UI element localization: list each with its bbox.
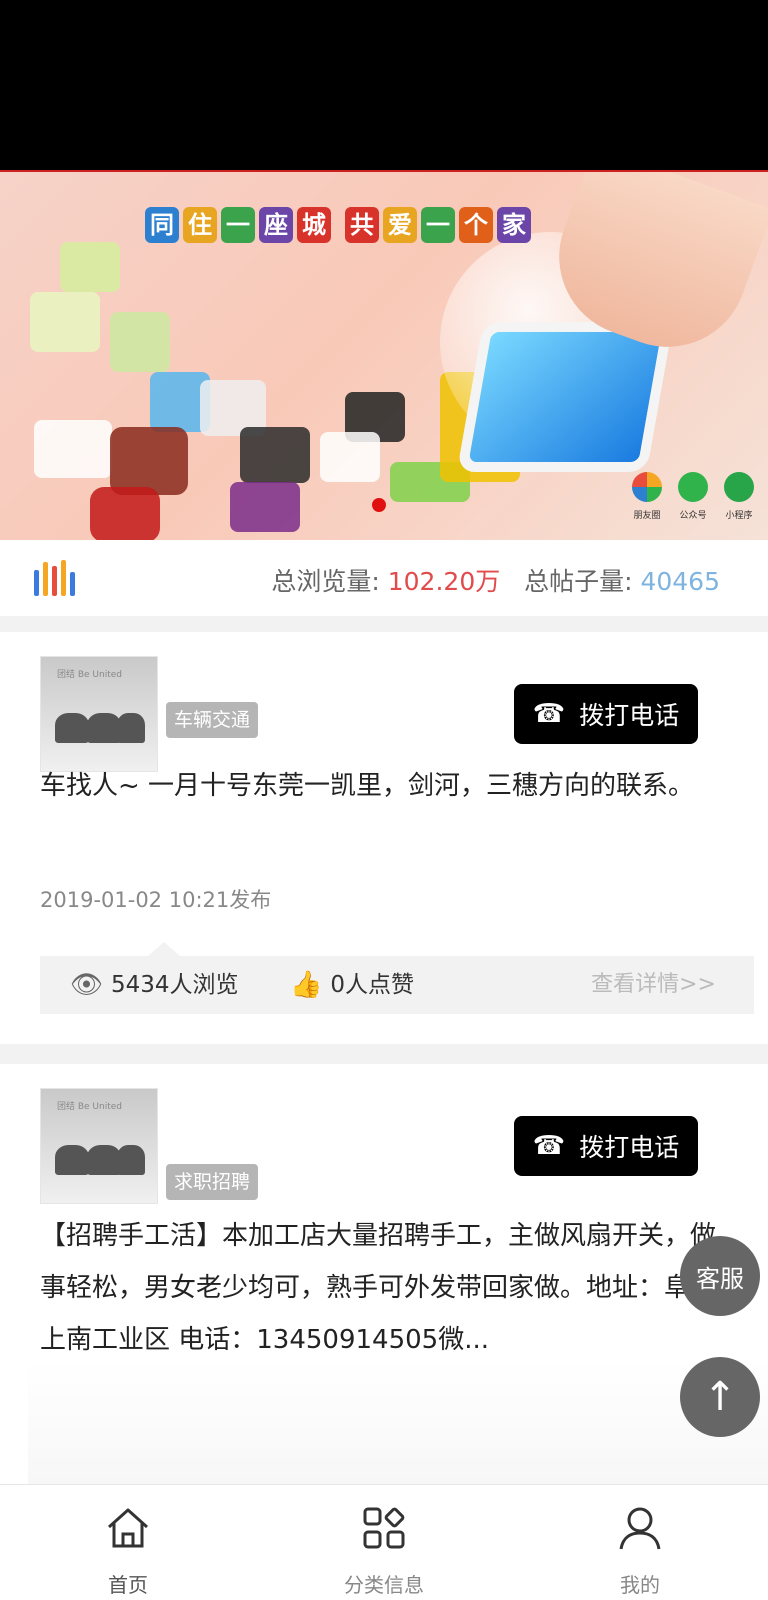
eye-icon: 👁 [70, 970, 104, 1000]
category-tag[interactable]: 车辆交通 [166, 702, 259, 738]
post-date: 2019-01-02 10:21发布 [40, 888, 272, 912]
views-count: 👁 5434人浏览 [70, 956, 239, 1014]
post-content[interactable]: 【招聘手工活】本加工店大量招聘手工，主做风扇开关，做事轻松，男女老少均可，熟手可… [40, 1210, 720, 1366]
share-mini-program: 小程序 [724, 472, 754, 521]
call-button[interactable]: ☎ 拨打电话 [514, 1116, 698, 1176]
tab-mine[interactable]: 我的 [512, 1485, 768, 1600]
category-tag[interactable]: 求职招聘 [166, 1164, 259, 1200]
post-thumbnail[interactable]: 团结 Be United [40, 656, 158, 772]
arrow-up-icon: ↑ [703, 1374, 737, 1420]
bottom-tab-bar: 首页 分类信息 我的 [0, 1484, 768, 1600]
post-meta-bar: 👁 5434人浏览 👍 0人点赞 查看详情>> [40, 942, 754, 1014]
customer-service-button[interactable]: 客服 [680, 1236, 760, 1316]
post-thumbnail[interactable]: 团结 Be United [40, 1088, 158, 1204]
banner-carousel[interactable]: 同 住 一 座 城 共 爱 一 个 家 朋友圈 公众号 小程序 [0, 170, 768, 540]
category-grid-icon [363, 1507, 405, 1549]
like-button[interactable]: 👍 0人点赞 [290, 956, 414, 1014]
post-content[interactable]: 车找人~ 一月十号东莞一凯里，剑河，三穗方向的联系。 [40, 760, 720, 812]
bar-chart-icon [34, 560, 75, 596]
share-moments: 朋友圈 [632, 472, 662, 521]
back-to-top-button[interactable]: ↑ [680, 1357, 760, 1437]
status-bar [0, 0, 768, 170]
stats-text: 总浏览量: 102.20万 总帖子量: 40465 [271, 562, 720, 598]
tab-home[interactable]: 首页 [0, 1485, 256, 1600]
total-posts-value: 40465 [640, 567, 720, 596]
moments-icon [632, 472, 662, 502]
phone-icon: ☎ [532, 699, 566, 729]
tab-category[interactable]: 分类信息 [256, 1485, 512, 1600]
thumbs-up-icon: 👍 [290, 970, 323, 1000]
call-button[interactable]: ☎ 拨打电话 [514, 684, 698, 744]
site-stats-bar: 总浏览量: 102.20万 总帖子量: 40465 [0, 540, 768, 616]
total-views-label: 总浏览量: [271, 567, 380, 596]
wechat-icon [678, 472, 708, 502]
carousel-indicator-dot[interactable] [372, 498, 386, 512]
banner-share-icons: 朋友圈 公众号 小程序 [632, 472, 754, 521]
phone-icon: ☎ [532, 1131, 566, 1161]
home-icon [107, 1508, 149, 1548]
total-posts-label: 总帖子量: [524, 567, 633, 596]
total-views-value: 102.20万 [387, 567, 501, 596]
post-card[interactable]: 团结 Be United 车辆交通 ☎ 拨打电话 车找人~ 一月十号东莞一凯里，… [0, 632, 768, 1044]
view-details-link[interactable]: 查看详情>> [591, 956, 716, 1014]
user-icon [619, 1507, 661, 1550]
mini-program-icon [724, 472, 754, 502]
content-fade [28, 1360, 768, 1484]
banner-slogan: 同 住 一 座 城 共 爱 一 个 家 [145, 207, 531, 243]
share-official-account: 公众号 [678, 472, 708, 521]
page-root: 同 住 一 座 城 共 爱 一 个 家 朋友圈 公众号 小程序 总浏览量: 10… [0, 0, 768, 1600]
